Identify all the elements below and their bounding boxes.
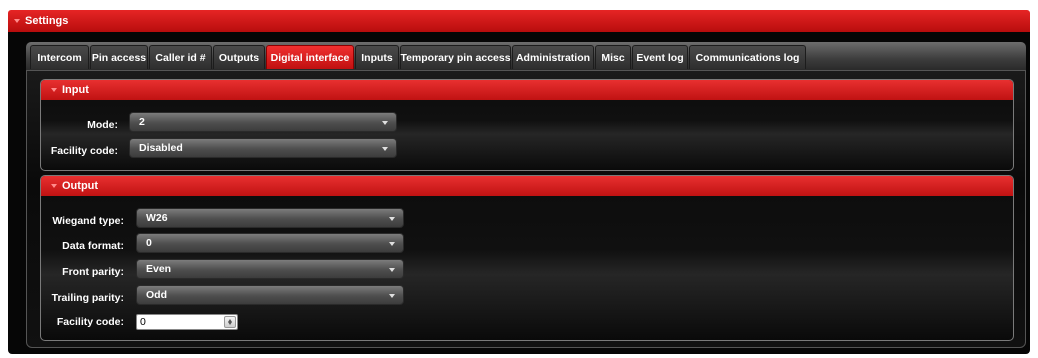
trailing-parity-label: Trailing parity:: [51, 292, 124, 304]
data-format-value: 0: [146, 237, 152, 249]
mode-value: 2: [139, 116, 145, 128]
chevron-down-icon: [389, 242, 395, 246]
chevron-down-icon: [382, 147, 388, 151]
tab-caller-id[interactable]: Caller id #: [149, 45, 212, 69]
output-facility-code-label: Facility code:: [56, 316, 124, 328]
front-parity-value: Even: [146, 263, 172, 275]
tab-administration[interactable]: Administration: [512, 45, 594, 69]
tab-digital-interface[interactable]: Digital interface: [266, 45, 354, 69]
wiegand-type-label: Wiegand type:: [52, 215, 124, 227]
trailing-parity-value: Odd: [146, 289, 167, 301]
input-facility-code-select[interactable]: Disabled: [129, 138, 397, 158]
spin-down-icon[interactable]: [228, 322, 232, 325]
tab-bar: Intercom Pin access Caller id # Outputs …: [26, 42, 1026, 70]
input-facility-code-label: Facility code:: [50, 145, 118, 157]
tab-outputs[interactable]: Outputs: [213, 45, 265, 69]
input-facility-code-value: Disabled: [139, 142, 183, 154]
settings-window: Settings Intercom Pin access Caller id #…: [0, 0, 1038, 358]
input-section-title: Input: [62, 84, 89, 96]
number-spinner[interactable]: [224, 316, 236, 328]
tab-communications-log[interactable]: Communications log: [689, 45, 806, 69]
settings-panel-header[interactable]: Settings: [8, 10, 1030, 32]
wiegand-type-value: W26: [146, 212, 168, 224]
tab-pin-access[interactable]: Pin access: [90, 45, 148, 69]
collapse-caret-icon: [14, 19, 20, 23]
input-section-header[interactable]: Input: [41, 80, 1013, 100]
data-format-select[interactable]: 0: [136, 233, 404, 253]
chevron-down-icon: [389, 268, 395, 272]
output-section-header[interactable]: Output: [41, 176, 1013, 196]
mode-select[interactable]: 2: [129, 112, 397, 132]
settings-title: Settings: [25, 15, 69, 27]
tab-misc[interactable]: Misc: [595, 45, 631, 69]
wiegand-type-select[interactable]: W26: [136, 208, 404, 228]
tab-event-log[interactable]: Event log: [632, 45, 688, 69]
data-format-label: Data format:: [62, 240, 124, 252]
chevron-down-icon: [382, 121, 388, 125]
front-parity-select[interactable]: Even: [136, 259, 404, 279]
chevron-down-icon: [389, 217, 395, 221]
chevron-down-icon: [389, 294, 395, 298]
mode-label: Mode:: [87, 119, 118, 131]
tab-temporary-pin-access[interactable]: Temporary pin access: [400, 45, 511, 69]
output-facility-code-input[interactable]: 0: [136, 314, 238, 330]
output-collapse-caret-icon: [51, 184, 57, 188]
input-collapse-caret-icon: [51, 88, 57, 92]
output-section-title: Output: [62, 180, 99, 192]
front-parity-label: Front parity:: [62, 266, 124, 278]
tab-intercom[interactable]: Intercom: [30, 45, 89, 69]
tab-inputs[interactable]: Inputs: [355, 45, 399, 69]
trailing-parity-select[interactable]: Odd: [136, 285, 404, 305]
output-facility-code-value: 0: [140, 316, 146, 328]
